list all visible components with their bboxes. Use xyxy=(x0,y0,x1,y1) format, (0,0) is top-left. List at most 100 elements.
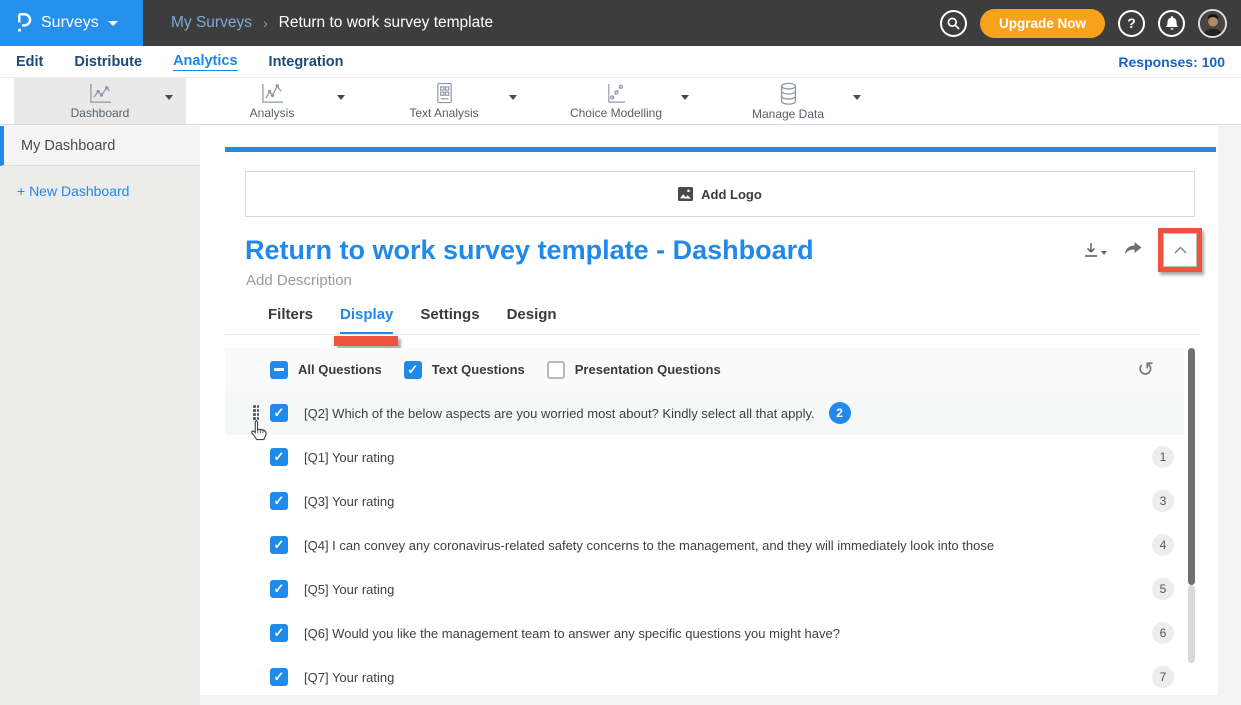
checkbox-presentation-questions[interactable] xyxy=(547,361,565,379)
toolbar-module-text-analysis[interactable]: Text Analysis xyxy=(358,78,530,124)
upgrade-now-button[interactable]: Upgrade Now xyxy=(980,9,1105,38)
dashboard-tabs: Filters Display Settings Design xyxy=(225,306,1200,335)
filter-presentation-questions[interactable]: Presentation Questions xyxy=(547,361,721,379)
question-number-badge: 5 xyxy=(1152,578,1174,600)
page-bottom-strip xyxy=(200,695,1241,705)
chevron-down-icon[interactable] xyxy=(337,95,345,100)
checkbox-text-questions[interactable] xyxy=(404,361,422,379)
top-header: Surveys My Surveys › Return to work surv… xyxy=(0,0,1241,46)
accent-bar xyxy=(225,147,1216,152)
download-button[interactable] xyxy=(1083,242,1107,258)
chevron-down-icon xyxy=(108,21,118,26)
new-dashboard-button[interactable]: + New Dashboard xyxy=(0,166,200,199)
scatter-chart-icon xyxy=(605,82,628,105)
title-actions xyxy=(1083,228,1202,272)
analytics-toolbar: Dashboard Analysis Text Analysis xyxy=(0,78,1241,125)
question-checkbox[interactable] xyxy=(270,580,288,598)
question-row[interactable]: [Q2] Which of the below aspects are you … xyxy=(225,391,1184,435)
dashboard-sidebar: My Dashboard + New Dashboard xyxy=(0,126,200,705)
question-number-badge: 4 xyxy=(1152,534,1174,556)
chevron-down-icon[interactable] xyxy=(853,95,861,100)
search-button[interactable] xyxy=(940,10,967,37)
bell-icon xyxy=(1165,16,1179,31)
toolbar-module-manage-data[interactable]: Manage Data xyxy=(702,78,874,124)
breadcrumb: My Surveys › Return to work survey templ… xyxy=(143,0,940,46)
product-name: Surveys xyxy=(41,14,99,32)
add-logo-dropzone[interactable]: Add Logo xyxy=(245,171,1195,217)
question-checkbox[interactable] xyxy=(270,448,288,466)
question-checkbox[interactable] xyxy=(270,404,288,422)
text-document-icon xyxy=(435,82,454,105)
chevron-down-icon xyxy=(1101,251,1107,255)
notifications-button[interactable] xyxy=(1158,10,1185,37)
scrollbar-thumb[interactable] xyxy=(1188,348,1195,585)
question-number-badge: 3 xyxy=(1152,490,1174,512)
question-number-badge: 6 xyxy=(1152,622,1174,644)
breadcrumb-parent[interactable]: My Surveys xyxy=(171,14,252,32)
filter-text-questions[interactable]: Text Questions xyxy=(404,361,525,379)
reset-icon[interactable]: ↺ xyxy=(1137,360,1154,380)
question-row[interactable]: [Q3] Your rating 3 xyxy=(225,479,1184,523)
question-checkbox[interactable] xyxy=(270,536,288,554)
chevron-down-icon[interactable] xyxy=(165,95,173,100)
survey-subnav: Edit Distribute Analytics Integration Re… xyxy=(0,46,1241,78)
collapse-button[interactable] xyxy=(1163,233,1197,267)
question-row[interactable]: [Q6] Would you like the management team … xyxy=(225,611,1184,655)
question-list: [Q2] Which of the below aspects are you … xyxy=(225,391,1184,695)
question-filter-bar: All Questions Text Questions Presentatio… xyxy=(225,348,1184,391)
tab-display[interactable]: Display xyxy=(340,306,393,334)
dashboard-panel: Add Logo Return to work survey template … xyxy=(200,126,1218,695)
chevron-down-icon[interactable] xyxy=(681,95,689,100)
scrollbar-track[interactable] xyxy=(1188,585,1195,663)
questionpro-logo-icon xyxy=(15,11,32,36)
annotation-highlight-display-tab xyxy=(334,336,398,346)
question-row[interactable]: [Q1] Your rating 1 xyxy=(225,435,1184,479)
breadcrumb-separator: › xyxy=(263,15,268,31)
avatar[interactable] xyxy=(1198,9,1227,38)
tab-settings[interactable]: Settings xyxy=(420,306,479,334)
question-number-badge: 1 xyxy=(1152,446,1174,468)
question-number-badge: 7 xyxy=(1152,666,1174,688)
line-chart-icon xyxy=(88,82,113,105)
drag-handle-icon[interactable] xyxy=(253,405,260,421)
responses-count[interactable]: Responses: 100 xyxy=(1118,54,1225,70)
page-gutter xyxy=(1218,126,1241,705)
toolbar-module-dashboard[interactable]: Dashboard xyxy=(14,78,186,124)
dashboard-title: Return to work survey template - Dashboa… xyxy=(245,235,1083,266)
database-icon xyxy=(778,82,799,106)
header-actions: Upgrade Now ? xyxy=(940,0,1241,46)
subnav-item-distribute[interactable]: Distribute xyxy=(74,54,142,70)
question-checkbox[interactable] xyxy=(270,492,288,510)
share-icon[interactable] xyxy=(1123,242,1142,258)
toolbar-module-analysis[interactable]: Analysis xyxy=(186,78,358,124)
checkbox-all-questions[interactable] xyxy=(270,361,288,379)
question-checkbox[interactable] xyxy=(270,668,288,686)
question-mark-icon: ? xyxy=(1127,15,1136,31)
add-description-field[interactable]: Add Description xyxy=(246,272,352,289)
toolbar-module-choice-modelling[interactable]: Choice Modelling xyxy=(530,78,702,124)
annotation-highlight-collapse-button xyxy=(1158,228,1202,272)
subnav-item-integration[interactable]: Integration xyxy=(269,54,344,70)
search-icon xyxy=(947,17,960,30)
tab-design[interactable]: Design xyxy=(507,306,557,334)
breadcrumb-current: Return to work survey template xyxy=(279,14,494,32)
question-row[interactable]: [Q5] Your rating 5 xyxy=(225,567,1184,611)
download-icon xyxy=(1083,242,1099,258)
question-checkbox[interactable] xyxy=(270,624,288,642)
sidebar-item-my-dashboard[interactable]: My Dashboard xyxy=(0,126,200,166)
chevron-up-icon xyxy=(1174,246,1187,254)
question-row[interactable]: [Q4] I can convey any coronavirus-relate… xyxy=(225,523,1184,567)
filter-all-questions[interactable]: All Questions xyxy=(270,361,382,379)
tab-filters[interactable]: Filters xyxy=(268,306,313,334)
chevron-down-icon[interactable] xyxy=(509,95,517,100)
title-row: Return to work survey template - Dashboa… xyxy=(245,228,1202,272)
subnav-item-analytics[interactable]: Analytics xyxy=(173,53,237,71)
help-button[interactable]: ? xyxy=(1118,10,1145,37)
add-logo-label: Add Logo xyxy=(701,187,762,202)
subnav-item-edit[interactable]: Edit xyxy=(16,54,43,70)
image-icon xyxy=(678,187,693,201)
product-switcher[interactable]: Surveys xyxy=(0,0,143,46)
app-window: Surveys My Surveys › Return to work surv… xyxy=(0,0,1241,705)
line-chart-icon xyxy=(260,82,285,105)
question-row[interactable]: [Q7] Your rating 7 xyxy=(225,655,1184,695)
